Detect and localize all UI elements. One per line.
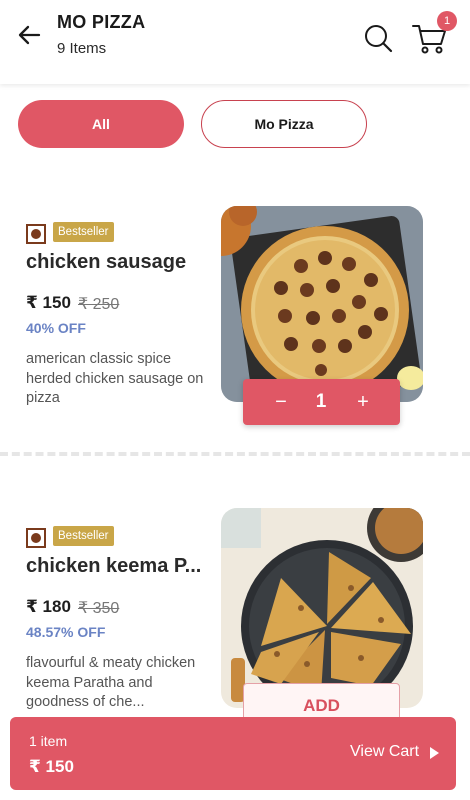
item-description: american classic spice herded chicken sa… [26, 351, 204, 406]
item-discount: 40% OFF [26, 320, 86, 336]
item-image[interactable] [221, 508, 423, 708]
cart-count-badge: 1 [437, 11, 457, 31]
non-veg-icon [26, 224, 46, 244]
cart-item-count: 1 item [29, 733, 68, 749]
decrease-button[interactable]: − [261, 379, 301, 425]
search-icon[interactable] [362, 22, 394, 54]
quantity-stepper: − 1 + [243, 379, 400, 425]
item-original-price: ₹ 350 [78, 600, 120, 617]
play-arrow-icon [430, 747, 439, 759]
item-divider [0, 452, 470, 456]
bestseller-badge: Bestseller [53, 526, 114, 546]
cart-total: ₹ 150 [29, 757, 74, 776]
back-arrow-icon[interactable] [14, 20, 44, 50]
item-count: 9 Items [57, 40, 107, 57]
menu-screen: MO PIZZA 9 Items 1 All Mo Pizza Bestsell… [0, 0, 470, 800]
item-original-price: ₹ 250 [78, 296, 120, 313]
item-name: chicken keema P... [26, 555, 202, 577]
quantity-value: 1 [315, 391, 327, 412]
view-cart-label[interactable]: View Cart [350, 743, 419, 761]
bestseller-badge: Bestseller [53, 222, 114, 242]
page-title: MO PIZZA [57, 12, 146, 32]
view-cart-bar[interactable]: 1 item ₹ 150 View Cart [10, 717, 456, 790]
filter-chip-all[interactable]: All [18, 100, 184, 148]
non-veg-icon [26, 528, 46, 548]
increase-button[interactable]: + [343, 379, 383, 425]
filter-chip-mo-pizza[interactable]: Mo Pizza [201, 100, 367, 148]
item-image[interactable] [221, 206, 423, 402]
item-description: flavourful & meaty chicken keema Paratha… [26, 655, 196, 710]
item-price: ₹ 180 [26, 597, 71, 616]
item-name: chicken sausage [26, 251, 187, 273]
item-discount: 48.57% OFF [26, 624, 106, 640]
item-price: ₹ 150 [26, 293, 71, 312]
header: MO PIZZA 9 Items 1 [0, 0, 470, 84]
